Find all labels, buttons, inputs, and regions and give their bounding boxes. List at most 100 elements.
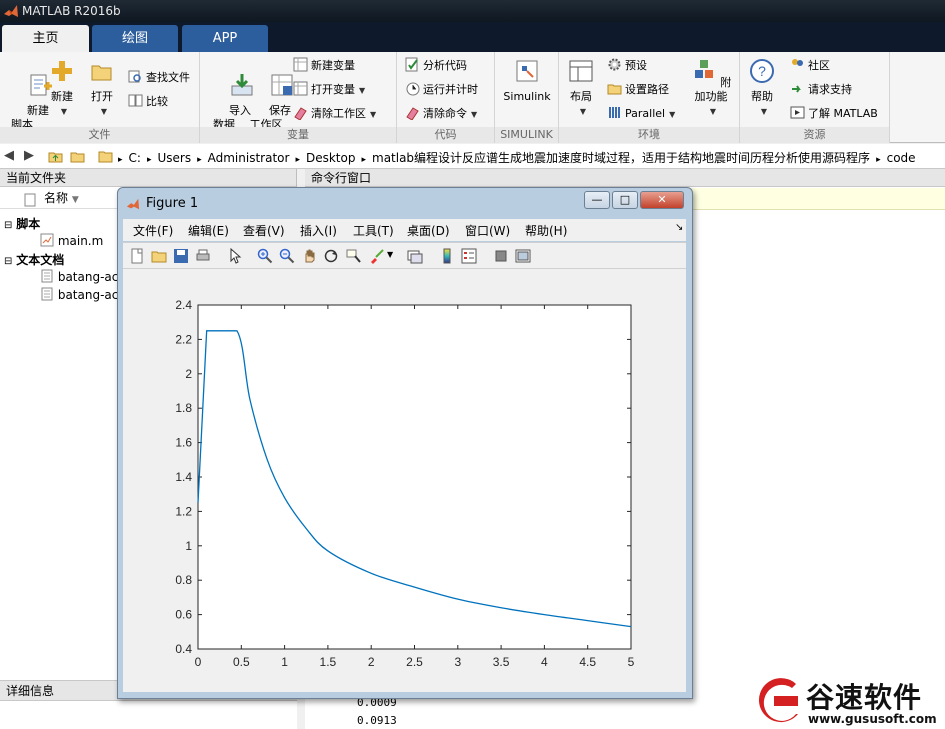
y-tick-label: 2 — [185, 367, 192, 381]
breadcrumb-separator-icon[interactable]: ▸ — [197, 155, 202, 165]
run-and-time-button[interactable]: 运行并计时 — [405, 80, 478, 100]
save-icon[interactable] — [173, 248, 189, 264]
addons-button[interactable]: 附加功能 ▼ — [687, 58, 735, 119]
menu-window[interactable]: 窗口(W) — [465, 222, 510, 239]
y-tick-label: 1.2 — [175, 504, 192, 518]
parallel-button[interactable]: Parallel ▼ — [607, 104, 675, 124]
ribbon-toolstrip: 新建 脚本 新建 ▼ 打开 ▼ 查找文件 比较 文件 导入 数据 保存 工作区 新建… — [0, 52, 945, 143]
breadcrumb-separator-icon[interactable]: ▸ — [118, 155, 123, 165]
compare-button[interactable]: 比较 — [128, 92, 168, 112]
zoom-out-icon[interactable] — [279, 248, 295, 264]
menu-desktop[interactable]: 桌面(D) — [407, 222, 450, 239]
support-icon — [792, 85, 801, 93]
tab-home[interactable]: 主页 — [2, 25, 89, 52]
chevron-down-icon: ▼ — [669, 110, 676, 119]
list-item[interactable]: batang-ac — [40, 269, 118, 284]
breadcrumb-item[interactable]: Users — [157, 151, 191, 165]
list-item[interactable]: main.m — [40, 233, 103, 248]
pan-hand-icon[interactable] — [301, 248, 317, 264]
tab-apps[interactable]: APP — [182, 25, 268, 52]
clear-workspace-button[interactable]: 清除工作区 ▼ — [293, 104, 376, 124]
section-label-resources: 资源 — [740, 127, 889, 143]
breadcrumb-item[interactable]: Administrator — [208, 151, 290, 165]
hide-plot-tools-icon[interactable] — [493, 248, 509, 264]
legend-icon[interactable] — [461, 248, 477, 264]
list-item[interactable]: batang-ac — [40, 287, 118, 302]
svg-text:?: ? — [758, 63, 766, 79]
brand-name: 谷速软件 — [806, 681, 923, 714]
zoom-in-icon[interactable] — [257, 248, 273, 264]
browse-folder-icon[interactable] — [70, 149, 85, 164]
open-variable-button[interactable]: 打开变量 ▼ — [293, 80, 365, 100]
section-label-file: 文件 — [0, 127, 199, 143]
dock-arrow-icon[interactable]: ↘ — [675, 222, 683, 233]
rotate-3d-icon[interactable] — [323, 248, 339, 264]
menu-insert[interactable]: 插入(I) — [300, 222, 337, 239]
menu-edit[interactable]: 编辑(E) — [188, 222, 229, 239]
set-path-button[interactable]: 设置路径 — [607, 80, 669, 100]
breadcrumb-item[interactable]: code — [887, 151, 916, 165]
breadcrumb-item[interactable]: matlab编程设计反应谱生成地震加速度时域过程，适用于结构地震时间历程分析使用… — [372, 151, 870, 165]
figure-canvas[interactable]: 0 0.5 1 1.5 2 2.5 3 3.5 4 4.5 5 0.4 0.6 0.8 1 1.2 1.4 1.6… — [123, 269, 686, 692]
back-arrow-icon[interactable]: ◀ — [4, 148, 14, 163]
breadcrumb-item[interactable]: C: — [129, 151, 141, 165]
help-button[interactable]: ? 帮助 ▼ — [746, 58, 778, 119]
menu-file[interactable]: 文件(F) — [133, 222, 173, 239]
clear-commands-button[interactable]: 清除命令 ▼ — [405, 104, 477, 124]
chevron-down-icon: ▼ — [370, 110, 377, 119]
tree-group-text-docs[interactable]: ⊟ 文本文档 — [4, 251, 64, 268]
layout-button[interactable]: 布局 ▼ — [565, 58, 597, 119]
pointer-arrow-icon[interactable] — [227, 248, 243, 264]
open-button[interactable]: 打开 ▼ — [86, 58, 118, 119]
new-button[interactable]: 新建 ▼ — [46, 58, 78, 119]
print-icon[interactable] — [195, 248, 211, 264]
collapse-icon[interactable]: ⊟ — [4, 220, 12, 231]
brush-dropdown-icon[interactable]: ▼ — [387, 250, 403, 266]
close-button[interactable]: ✕ — [640, 191, 684, 209]
figure-window[interactable]: Figure 1 — □ ✕ 文件(F) 编辑(E) 查看(V) 插入(I) 工… — [117, 187, 693, 699]
breadcrumb-separator-icon[interactable]: ▸ — [876, 155, 881, 165]
link-plot-icon[interactable] — [407, 248, 423, 264]
brush-icon[interactable] — [369, 248, 385, 264]
request-support-button[interactable]: 请求支持 — [790, 80, 852, 100]
forward-arrow-icon[interactable]: ▶ — [24, 148, 34, 163]
preferences-button[interactable]: 预设 — [607, 56, 647, 76]
find-files-button[interactable]: 查找文件 — [128, 68, 190, 88]
open-variable-icon — [293, 81, 308, 96]
collapse-icon[interactable]: ⊟ — [4, 256, 12, 267]
y-tick-label: 2.4 — [175, 298, 192, 312]
minimize-button[interactable]: — — [584, 191, 610, 209]
m-file-icon — [40, 233, 54, 247]
learn-play-icon — [790, 106, 805, 119]
y-tick-label: 1.6 — [175, 436, 192, 450]
breadcrumb-item[interactable]: Desktop — [306, 151, 356, 165]
plot-area[interactable]: 0 0.5 1 1.5 2 2.5 3 3.5 4 4.5 5 0.4 0.6 0.8 1 1.2 1.4 1.6… — [123, 269, 686, 692]
breadcrumb-separator-icon[interactable]: ▸ — [295, 155, 300, 165]
maximize-button[interactable]: □ — [612, 191, 638, 209]
open-file-icon[interactable] — [151, 248, 167, 264]
x-tick-label: 4 — [541, 655, 548, 669]
analyze-code-button[interactable]: 分析代码 — [405, 56, 467, 76]
breadcrumb-separator-icon[interactable]: ▸ — [361, 155, 366, 165]
new-figure-icon[interactable] — [129, 248, 145, 264]
sort-arrow-icon: ▼ — [71, 195, 79, 205]
menu-tools[interactable]: 工具(T) — [353, 222, 394, 239]
colorbar-icon[interactable] — [439, 248, 455, 264]
new-variable-button[interactable]: 新建变量 — [293, 56, 355, 76]
show-plot-tools-icon[interactable] — [515, 248, 531, 264]
menu-help[interactable]: 帮助(H) — [525, 222, 567, 239]
up-folder-icon[interactable] — [48, 149, 63, 164]
clear-commands-icon — [406, 107, 419, 120]
menu-view[interactable]: 查看(V) — [243, 222, 285, 239]
data-cursor-icon[interactable] — [345, 248, 361, 264]
breadcrumb-separator-icon[interactable]: ▸ — [147, 155, 152, 165]
tab-plots[interactable]: 绘图 — [92, 25, 178, 52]
brand-watermark: 谷速软件 www.gususoft.com — [748, 674, 945, 729]
new-variable-icon — [293, 57, 308, 72]
community-button[interactable]: 社区 — [790, 56, 830, 76]
tree-group-scripts[interactable]: ⊟ 脚本 — [4, 215, 40, 232]
learn-matlab-button[interactable]: 了解 MATLAB — [790, 104, 878, 124]
x-tick-label: 1.5 — [320, 655, 337, 669]
section-label-code: 代码 — [397, 127, 494, 143]
simulink-button[interactable]: Simulink — [501, 58, 553, 104]
